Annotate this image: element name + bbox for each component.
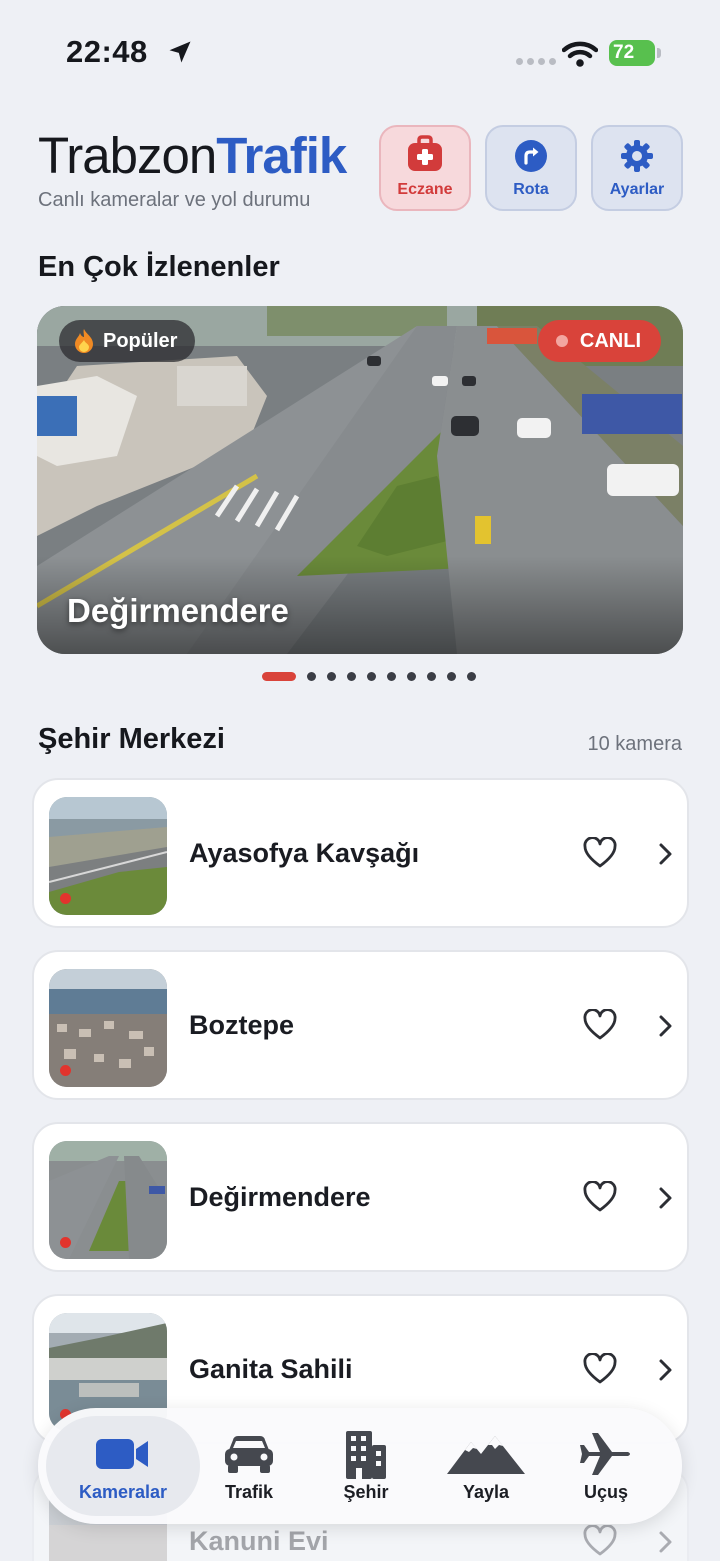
chevron-right-icon bbox=[659, 1187, 672, 1209]
pager-dot[interactable] bbox=[467, 672, 476, 681]
pager-dot[interactable] bbox=[427, 672, 436, 681]
popular-badge: Popüler bbox=[59, 320, 196, 362]
mountain-icon bbox=[447, 1435, 525, 1474]
chevron-right-icon bbox=[659, 1359, 672, 1381]
heart-icon[interactable] bbox=[583, 1181, 617, 1213]
live-badge-label: CANLI bbox=[579, 329, 641, 352]
first-aid-kit-icon bbox=[408, 135, 442, 171]
video-camera-icon bbox=[96, 1438, 148, 1469]
battery-indicator: 72 bbox=[609, 40, 661, 66]
tab-cameras-label: Kameralar bbox=[78, 1481, 168, 1502]
camera-name: Ayasofya Kavşağı bbox=[189, 838, 420, 868]
bottom-tab-bar: Kameralar Trafik Şehir Yayla Uçuş bbox=[38, 1408, 682, 1524]
car-icon bbox=[225, 1435, 273, 1473]
tab-traffic[interactable]: Trafik bbox=[200, 1408, 298, 1524]
app-subtitle: Canlı kameralar ve yol durumu bbox=[38, 189, 311, 211]
tab-cameras[interactable]: Kameralar bbox=[46, 1408, 200, 1524]
gear-icon bbox=[621, 140, 653, 172]
pharmacy-button[interactable]: Eczane bbox=[379, 125, 471, 211]
airplane-icon bbox=[580, 1432, 630, 1475]
pager-dot[interactable] bbox=[407, 672, 416, 681]
featured-camera-card[interactable]: Popüler CANLI Değirmendere bbox=[37, 306, 683, 654]
app-title: TrabzonTrafik bbox=[38, 127, 347, 184]
camera-thumbnail bbox=[49, 797, 167, 915]
settings-button-label: Ayarlar bbox=[609, 181, 665, 198]
heart-icon[interactable] bbox=[583, 1525, 617, 1557]
pharmacy-button-label: Eczane bbox=[397, 181, 453, 198]
pager-dot[interactable] bbox=[327, 672, 336, 681]
wifi-icon bbox=[562, 41, 598, 67]
cellular-signal-icon bbox=[516, 58, 556, 65]
camera-list-item[interactable]: Boztepe bbox=[32, 950, 689, 1100]
chevron-right-icon bbox=[659, 1531, 672, 1553]
city-center-camera-count: 10 kamera bbox=[587, 733, 683, 755]
city-center-section-title: Şehir Merkezi bbox=[38, 723, 225, 755]
camera-thumbnail bbox=[49, 1141, 167, 1259]
tab-traffic-label: Trafik bbox=[224, 1481, 274, 1502]
heart-icon[interactable] bbox=[583, 1009, 617, 1041]
status-time: 22:48 bbox=[66, 34, 148, 69]
app-title-bold: Trafik bbox=[216, 127, 347, 184]
route-turn-icon bbox=[515, 140, 547, 172]
live-dot-icon bbox=[555, 335, 568, 347]
route-button-label: Rota bbox=[513, 181, 549, 198]
camera-list-item[interactable]: Değirmendere bbox=[32, 1122, 689, 1272]
live-indicator-dot bbox=[60, 1065, 71, 1076]
carousel-pager[interactable] bbox=[262, 672, 476, 681]
location-arrow-icon bbox=[169, 41, 191, 63]
pager-dot[interactable] bbox=[387, 672, 396, 681]
live-indicator-dot bbox=[60, 1237, 71, 1248]
chevron-right-icon bbox=[659, 1015, 672, 1037]
live-indicator-dot bbox=[60, 893, 71, 904]
tab-plateau[interactable]: Yayla bbox=[428, 1408, 544, 1524]
heart-icon[interactable] bbox=[583, 837, 617, 869]
tab-flight-label: Uçuş bbox=[583, 1481, 628, 1502]
pager-dot[interactable] bbox=[367, 672, 376, 681]
camera-list-item[interactable]: Ayasofya Kavşağı bbox=[32, 778, 689, 928]
status-bar: 22:48 72 bbox=[0, 0, 720, 100]
building-icon bbox=[346, 1430, 386, 1479]
camera-thumbnail bbox=[49, 969, 167, 1087]
popular-section-title: En Çok İzlenenler bbox=[38, 251, 280, 283]
tab-city-label: Şehir bbox=[343, 1481, 389, 1502]
popular-badge-label: Popüler bbox=[103, 329, 178, 352]
tab-plateau-label: Yayla bbox=[462, 1481, 510, 1502]
chevron-right-icon bbox=[659, 843, 672, 865]
fire-icon bbox=[75, 329, 93, 353]
heart-icon[interactable] bbox=[583, 1353, 617, 1385]
pager-dot[interactable] bbox=[447, 672, 456, 681]
camera-name: Kanuni Evi bbox=[189, 1526, 329, 1556]
tab-flight[interactable]: Uçuş bbox=[554, 1408, 658, 1524]
app-title-light: Trabzon bbox=[38, 127, 217, 184]
settings-button[interactable]: Ayarlar bbox=[591, 125, 683, 211]
camera-name: Ganita Sahili bbox=[189, 1354, 353, 1384]
live-badge: CANLI bbox=[537, 320, 661, 362]
pager-dot-active[interactable] bbox=[262, 672, 296, 681]
camera-name: Boztepe bbox=[189, 1010, 295, 1040]
featured-camera-name: Değirmendere bbox=[67, 592, 289, 629]
pager-dot[interactable] bbox=[347, 672, 356, 681]
route-button[interactable]: Rota bbox=[485, 125, 577, 211]
camera-name: Değirmendere bbox=[189, 1182, 371, 1212]
tab-city[interactable]: Şehir bbox=[314, 1408, 418, 1524]
pager-dot[interactable] bbox=[307, 672, 316, 681]
battery-level: 72 bbox=[613, 42, 635, 63]
